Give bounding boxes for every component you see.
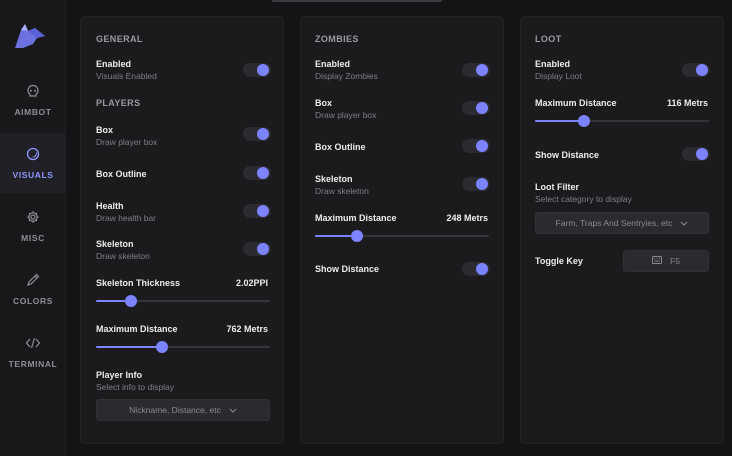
toggle-knob — [476, 263, 488, 275]
wolf-logo-icon — [15, 24, 45, 48]
sidebar: AIMBOT VISUALS MISC COLORS TERMINAL — [0, 0, 66, 456]
loot-enabled-title: Enabled — [535, 59, 571, 69]
code-icon — [25, 335, 41, 351]
loot-show-distance-title: Show Distance — [535, 150, 600, 160]
players-health-sub: Draw health bar — [96, 213, 157, 223]
loot-enabled-sub: Display Loot — [535, 71, 582, 81]
players-box-outline-toggle[interactable] — [243, 166, 271, 180]
general-enabled-toggle[interactable] — [243, 63, 271, 77]
players-skeleton-toggle[interactable] — [243, 242, 271, 256]
zombies-enabled-toggle[interactable] — [462, 63, 490, 77]
players-max-distance-value: 762 Metrs — [226, 324, 268, 334]
zombies-enabled-title: Enabled — [315, 59, 351, 69]
eyedropper-icon — [25, 272, 41, 288]
toggle-key-value: F5 — [670, 256, 680, 266]
players-max-distance-title: Maximum Distance — [96, 324, 178, 334]
general-section-title: GENERAL — [96, 34, 143, 44]
slider-thumb[interactable] — [156, 341, 169, 353]
players-box-sub: Draw player box — [96, 137, 158, 147]
toggle-knob — [476, 64, 488, 76]
toggle-knob — [696, 64, 708, 76]
zombies-box-outline-toggle[interactable] — [462, 139, 490, 153]
toggle-knob — [696, 148, 708, 160]
players-box-outline-title: Box Outline — [96, 169, 147, 179]
loot-filter-select[interactable]: Farm, Traps And Sentryies, etc — [535, 212, 709, 234]
zombies-max-distance-value: 248 Metrs — [446, 213, 488, 223]
players-skeleton-thickness-title: Skeleton Thickness — [96, 278, 181, 288]
sidebar-item-label: MISC — [21, 233, 45, 243]
crescent-icon — [25, 146, 41, 162]
toggle-knob — [257, 167, 269, 179]
players-box-title: Box — [96, 125, 114, 135]
players-skeleton-sub: Draw skeleton — [96, 251, 150, 261]
general-players-panel: GENERAL Enabled Visuals Enabled PLAYERS … — [80, 16, 284, 444]
zombies-max-distance-title: Maximum Distance — [315, 213, 397, 223]
chevron-down-icon — [680, 218, 688, 228]
skull-icon — [25, 83, 41, 99]
loot-max-distance-value: 116 Metrs — [666, 98, 708, 108]
toggle-knob — [257, 128, 269, 140]
zombies-box-title: Box — [315, 98, 333, 108]
loot-max-distance-title: Maximum Distance — [535, 98, 617, 108]
players-skeleton-thickness-slider[interactable] — [96, 295, 270, 307]
zombies-panel: ZOMBIES Enabled Display Zombies Box Draw… — [300, 16, 504, 444]
loot-filter-sub: Select category to display — [535, 194, 632, 204]
sidebar-item-aimbot[interactable]: AIMBOT — [0, 70, 66, 130]
gear-icon — [25, 209, 41, 225]
sidebar-item-misc[interactable]: MISC — [0, 196, 66, 256]
players-health-title: Health — [96, 201, 124, 211]
zombies-show-distance-title: Show Distance — [315, 264, 380, 274]
select-value: Nickname, Distance, etc — [129, 405, 221, 415]
zombies-skeleton-toggle[interactable] — [462, 177, 490, 191]
players-player-info-sub: Select info to display — [96, 382, 174, 392]
window-drag-bar[interactable] — [272, 0, 442, 2]
toggle-knob — [476, 102, 488, 114]
toggle-knob — [476, 140, 488, 152]
players-skeleton-title: Skeleton — [96, 239, 134, 249]
slider-thumb[interactable] — [577, 115, 590, 127]
players-player-info-title: Player Info — [96, 370, 143, 380]
loot-max-distance-slider[interactable] — [535, 115, 709, 127]
zombies-section-title: ZOMBIES — [315, 34, 359, 44]
zombies-enabled-sub: Display Zombies — [315, 71, 378, 81]
chevron-down-icon — [229, 405, 237, 415]
sidebar-item-colors[interactable]: COLORS — [0, 259, 66, 319]
loot-enabled-toggle[interactable] — [682, 63, 710, 77]
player-info-select[interactable]: Nickname, Distance, etc — [96, 399, 270, 421]
slider-thumb[interactable] — [124, 295, 137, 307]
players-max-distance-slider[interactable] — [96, 341, 270, 353]
sidebar-item-label: VISUALS — [12, 170, 54, 180]
players-section-title: PLAYERS — [96, 98, 141, 108]
sidebar-item-label: COLORS — [13, 296, 53, 306]
sidebar-item-label: AIMBOT — [14, 107, 52, 117]
players-health-toggle[interactable] — [243, 204, 271, 218]
zombies-box-outline-title: Box Outline — [315, 142, 366, 152]
zombies-box-sub: Draw player box — [315, 110, 377, 120]
zombies-max-distance-slider[interactable] — [315, 230, 489, 242]
sidebar-item-label: TERMINAL — [8, 359, 58, 369]
general-enabled-title: Enabled — [96, 59, 132, 69]
loot-show-distance-toggle[interactable] — [682, 147, 710, 161]
zombies-skeleton-title: Skeleton — [315, 174, 353, 184]
toggle-knob — [257, 243, 269, 255]
toggle-knob — [257, 64, 269, 76]
loot-filter-title: Loot Filter — [535, 182, 579, 192]
toggle-knob — [476, 178, 488, 190]
slider-thumb[interactable] — [350, 230, 363, 242]
zombies-show-distance-toggle[interactable] — [462, 262, 490, 276]
zombies-skeleton-sub: Draw skeleton — [315, 186, 369, 196]
sidebar-item-visuals[interactable]: VISUALS — [0, 133, 66, 193]
loot-panel: LOOT Enabled Display Loot Maximum Distan… — [520, 16, 724, 444]
sidebar-item-terminal[interactable]: TERMINAL — [0, 322, 66, 382]
players-skeleton-thickness-value: 2.02PPI — [235, 278, 268, 288]
toggle-key-button[interactable]: F5 — [623, 250, 709, 272]
general-enabled-sub: Visuals Enabled — [96, 71, 157, 81]
zombies-box-toggle[interactable] — [462, 101, 490, 115]
toggle-knob — [257, 205, 269, 217]
select-value: Farm, Traps And Sentryies, etc — [555, 218, 673, 228]
loot-section-title: LOOT — [535, 34, 562, 44]
loot-toggle-key-title: Toggle Key — [535, 256, 583, 266]
keyboard-icon — [652, 256, 663, 266]
players-box-toggle[interactable] — [243, 127, 271, 141]
